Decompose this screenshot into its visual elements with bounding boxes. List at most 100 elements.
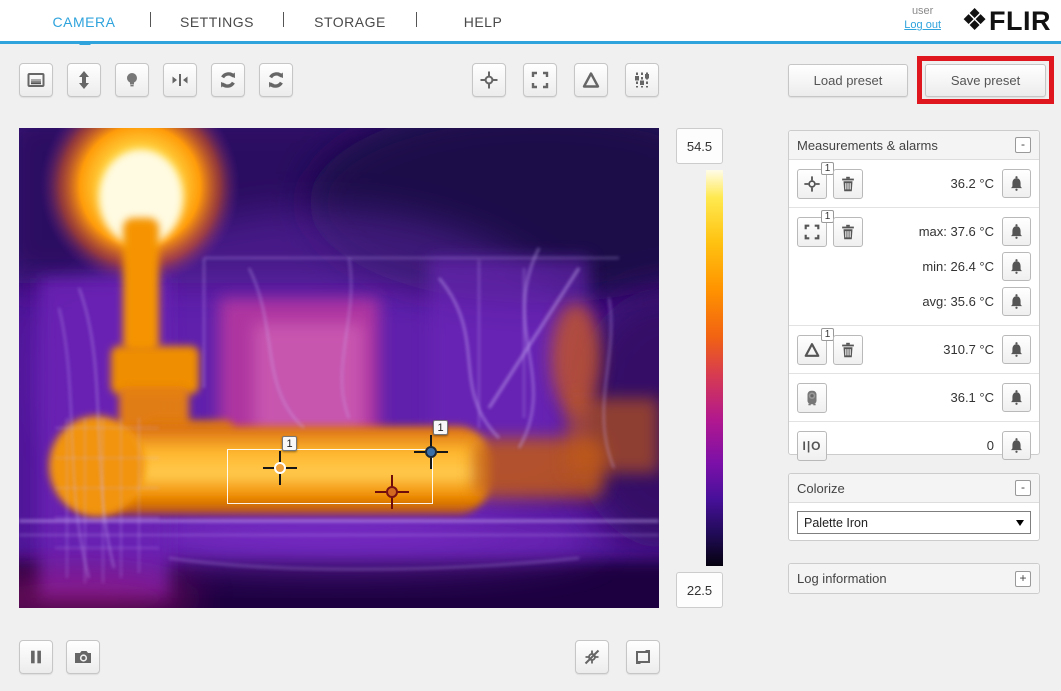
- pan-horizontal-button[interactable]: [163, 63, 197, 97]
- alarm-bell-icon: [1011, 224, 1022, 239]
- pan-vertical-icon: [79, 71, 89, 89]
- spot-marker-1[interactable]: 1: [263, 436, 297, 485]
- area-min-alarm-button[interactable]: [1002, 252, 1031, 281]
- delete-area-button[interactable]: [833, 217, 863, 247]
- add-delta-button[interactable]: [574, 63, 608, 97]
- area-hotspot-marker[interactable]: [375, 475, 409, 509]
- alarm-bell-icon: [1011, 390, 1022, 405]
- colorize-panel-header: Colorize -: [789, 474, 1039, 503]
- spot-marker-badge: 1: [282, 436, 297, 451]
- resize-icon: [636, 650, 650, 664]
- camera-alarm-button[interactable]: [1002, 383, 1031, 412]
- nav-divider: [416, 11, 417, 27]
- io-icon: I|O: [802, 439, 822, 453]
- log-panel-title: Log information: [797, 571, 887, 586]
- delta-temperature-value: 310.7 °C: [943, 342, 994, 357]
- alarm-bell-icon: [1011, 176, 1022, 191]
- log-panel-header: Log information +: [789, 564, 1039, 593]
- measurement-row-io: I|O 0: [789, 422, 1039, 469]
- area-box-icon: [531, 71, 549, 89]
- area-max-alarm-button[interactable]: [1002, 217, 1031, 246]
- levels-icon: [635, 72, 649, 88]
- rotate-palette-button[interactable]: [259, 63, 293, 97]
- alarm-bell-icon: [1011, 259, 1022, 274]
- area-min-value: min: 26.4 °C: [922, 259, 994, 274]
- io-alarm-button[interactable]: [1002, 431, 1031, 460]
- delta-alarm-button[interactable]: [1002, 335, 1031, 364]
- add-spot-meter-button[interactable]: [472, 63, 506, 97]
- log-expand-button[interactable]: +: [1015, 570, 1031, 587]
- alarm-bell-icon: [1011, 438, 1022, 453]
- measurements-panel-header: Measurements & alarms -: [789, 131, 1039, 160]
- load-preset-button[interactable]: Load preset: [788, 64, 908, 97]
- resize-view-button[interactable]: [626, 640, 660, 674]
- camera-temperature-value: 36.1 °C: [950, 390, 994, 405]
- top-navigation-bar: CAMERA SETTINGS STORAGE HELP user Log ou…: [0, 0, 1061, 44]
- palette-window-icon: [27, 73, 45, 87]
- delta-icon: [582, 72, 600, 88]
- spot-meter-button[interactable]: 1: [797, 162, 834, 199]
- colorize-panel: Colorize - Palette Iron: [788, 473, 1040, 541]
- delta-button[interactable]: 1: [797, 328, 834, 365]
- measurements-panel: Measurements & alarms - 1 36.2 °C 1 max:…: [788, 130, 1040, 461]
- nav-divider: [283, 11, 284, 27]
- alarm-bell-icon: [1011, 294, 1022, 309]
- io-value: 0: [986, 438, 994, 453]
- area-avg-value: avg: 35.6 °C: [922, 294, 994, 309]
- save-preset-button[interactable]: Save preset: [925, 64, 1046, 97]
- measurement-row-camera: 36.1 °C: [789, 374, 1039, 422]
- chevron-down-icon: [1016, 519, 1024, 526]
- pan-vertical-button[interactable]: [67, 63, 101, 97]
- palette-scale-bar[interactable]: [706, 170, 723, 566]
- username-label: user: [911, 5, 934, 17]
- rotate-image-button[interactable]: [211, 63, 245, 97]
- lamp-button[interactable]: [115, 63, 149, 97]
- add-area-box-button[interactable]: [523, 63, 557, 97]
- area-avg-alarm-button[interactable]: [1002, 287, 1031, 316]
- nav-tab-settings[interactable]: SETTINGS: [169, 14, 265, 30]
- scale-min-input[interactable]: 22.5: [676, 572, 723, 608]
- levels-button[interactable]: [625, 63, 659, 97]
- logout-link[interactable]: Log out: [904, 19, 941, 33]
- brand-name: FLIR: [989, 5, 1051, 36]
- measurement-row-area: 1 max: 37.6 °C min: 26.4 °C avg: 35.6 °C: [789, 208, 1039, 326]
- measurements-collapse-button[interactable]: -: [1015, 137, 1031, 153]
- snapshot-icon: [75, 651, 91, 663]
- spot-meter-icon: [480, 71, 498, 89]
- delete-spot-button[interactable]: [833, 169, 863, 199]
- nav-tab-help[interactable]: HELP: [435, 14, 531, 30]
- thermal-live-view[interactable]: 1 1: [19, 128, 659, 608]
- spot-temperature-value: 36.2 °C: [950, 176, 994, 191]
- delete-delta-button[interactable]: [833, 335, 863, 365]
- colorize-collapse-button[interactable]: -: [1015, 480, 1031, 496]
- camera-temperature-button[interactable]: [797, 383, 827, 413]
- area-box-icon: [804, 224, 820, 240]
- hide-overlays-button[interactable]: [575, 640, 609, 674]
- camera-device-icon: [807, 390, 817, 406]
- rotate-image-icon: [220, 72, 236, 88]
- measurement-row-spot: 1 36.2 °C: [789, 160, 1039, 208]
- delta-marker-1[interactable]: 1: [414, 420, 448, 469]
- crosshair-center: [425, 446, 437, 458]
- delta-marker-badge: 1: [433, 420, 448, 435]
- digital-io-button[interactable]: I|O: [797, 431, 827, 461]
- area-max-value: max: 37.6 °C: [918, 224, 994, 239]
- thermal-image: [19, 128, 659, 608]
- scale-max-input[interactable]: 54.5: [676, 128, 723, 164]
- spot-alarm-button[interactable]: [1002, 169, 1031, 198]
- palette-select[interactable]: Palette Iron: [797, 511, 1031, 534]
- lamp-icon: [127, 73, 137, 87]
- flir-diamond-icon: [961, 5, 988, 37]
- pan-horizontal-icon: [172, 74, 188, 86]
- palette-window-button[interactable]: [19, 63, 53, 97]
- nav-tab-camera[interactable]: CAMERA: [36, 14, 132, 30]
- main-nav: CAMERA SETTINGS STORAGE HELP: [0, 0, 1061, 44]
- pause-stream-button[interactable]: [19, 640, 53, 674]
- crosshair-center: [274, 462, 286, 474]
- snapshot-button[interactable]: [66, 640, 100, 674]
- palette-selected-value: Palette Iron: [804, 515, 868, 530]
- rotate-palette-icon: [268, 72, 284, 88]
- measurement-row-delta: 1 310.7 °C: [789, 326, 1039, 374]
- nav-tab-storage[interactable]: STORAGE: [302, 14, 398, 30]
- area-box-button[interactable]: 1: [797, 210, 834, 247]
